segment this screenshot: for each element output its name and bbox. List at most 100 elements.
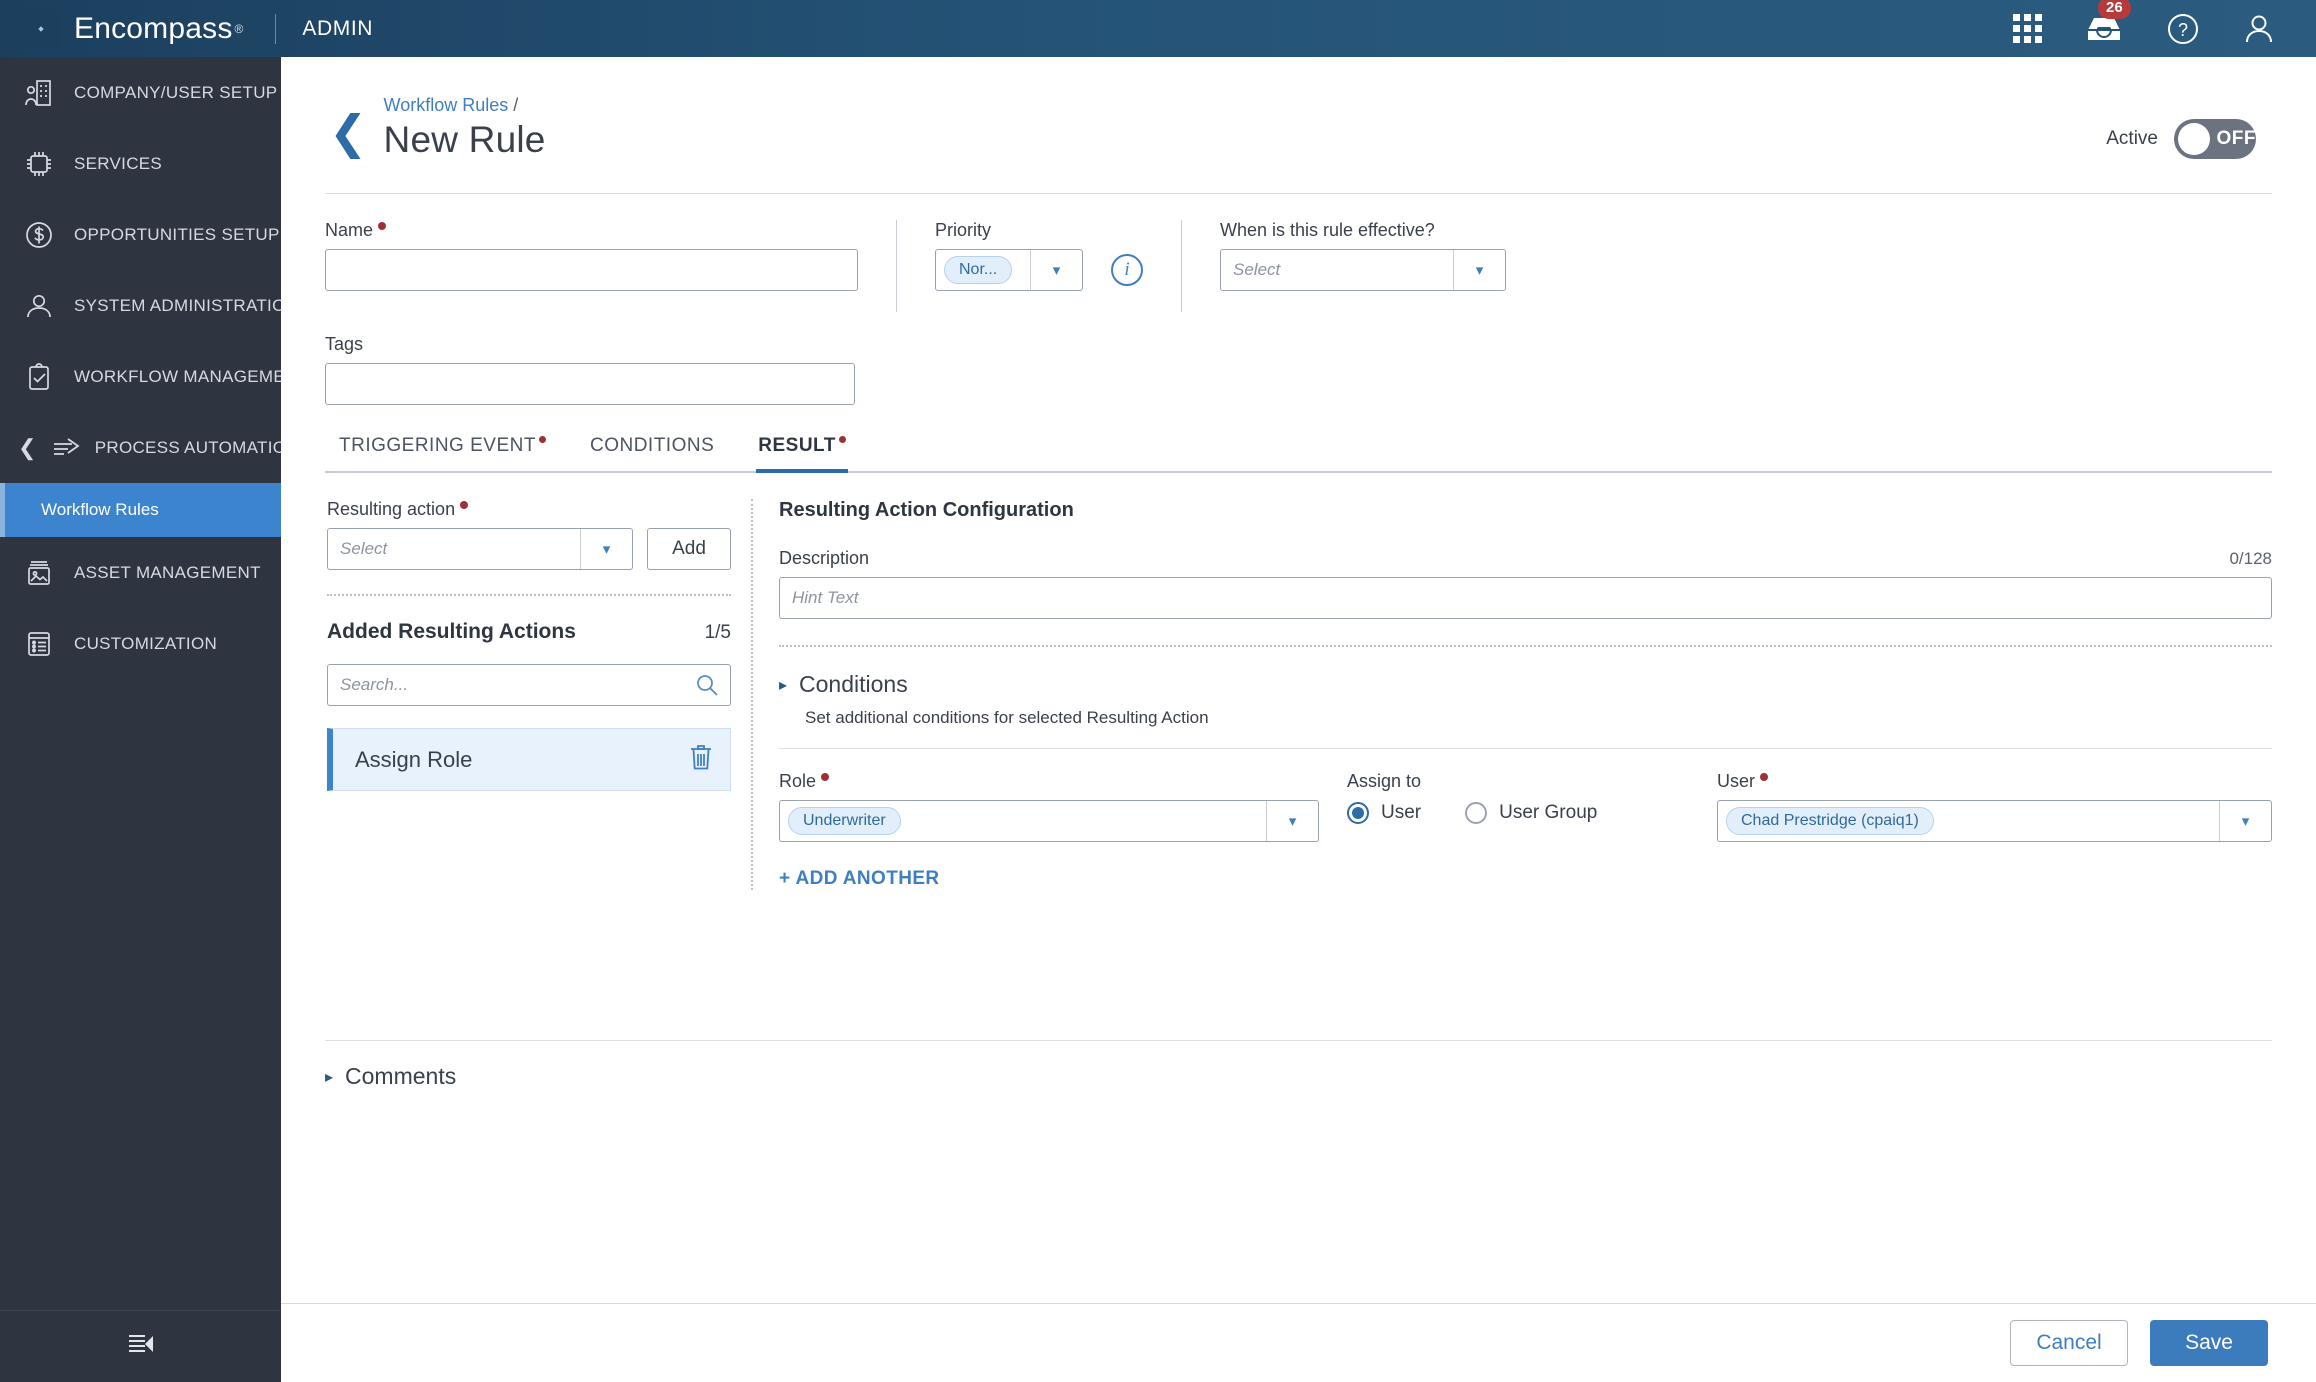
add-button[interactable]: Add [647, 528, 731, 570]
action-item-name: Assign Role [355, 746, 473, 772]
user-account-icon[interactable] [2242, 12, 2276, 46]
effective-placeholder: Select [1233, 260, 1281, 279]
body: COMPANY/USER SETUP SERVICES OPPORTUNITIE… [0, 57, 2316, 1382]
effective-field-group: When is this rule effective? Select ▾ [1220, 220, 1506, 291]
user-field-group: User Chad Prestridge (cpaiq1) ▾ [1717, 771, 2272, 842]
caret-right-icon[interactable]: ▸ [325, 1067, 333, 1087]
help-circle-icon[interactable]: ? [2166, 12, 2200, 46]
effective-select[interactable]: Select ▾ [1220, 249, 1506, 291]
assign-to-radios: User User Group [1347, 802, 1717, 824]
toggle-state-label: OFF [2216, 128, 2256, 149]
dollar-circle-icon [22, 218, 56, 252]
name-label: Name [325, 220, 858, 241]
user-label-text: User [1717, 771, 1756, 791]
description-input[interactable] [779, 577, 2272, 619]
sidebar-footer [0, 1310, 281, 1382]
sidebar-item-process-automation[interactable]: ❮ PROCESS AUTOMATION [0, 412, 299, 483]
collapse-panel-icon[interactable] [126, 1332, 156, 1361]
tags-input[interactable] [325, 363, 855, 405]
tags-field-group: Tags [281, 312, 2316, 405]
resulting-action-placeholder: Select [340, 539, 388, 558]
sidebar-item-workflow-management[interactable]: WORKFLOW MANAGEMENT [0, 341, 308, 412]
resulting-action-select[interactable]: Select ▾ [327, 528, 633, 570]
image-asset-icon [22, 556, 56, 590]
sidebar-item-asset-management[interactable]: ASSET MANAGEMENT [0, 537, 281, 608]
caret-right-icon[interactable]: ▸ [779, 675, 787, 695]
user-select[interactable]: Chad Prestridge (cpaiq1) ▾ [1717, 800, 2272, 842]
radio-user[interactable]: User [1347, 802, 1421, 824]
arrow-flow-icon [51, 431, 85, 465]
sidebar-item-workflow-rules[interactable]: Workflow Rules [0, 483, 281, 537]
radio-label: User Group [1499, 802, 1598, 823]
company-building-icon [22, 76, 56, 110]
added-actions-count: 1/5 [704, 622, 731, 643]
tab-label: RESULT [758, 435, 836, 456]
chevron-down-icon[interactable]: ▾ [2219, 801, 2271, 841]
user-person-icon [22, 289, 56, 323]
sidebar-item-company-user-setup[interactable]: COMPANY/USER SETUP [0, 57, 281, 128]
active-toggle[interactable]: OFF [2174, 119, 2256, 159]
added-actions-header: Added Resulting Actions 1/5 [327, 620, 731, 644]
topbar-actions: 26 ? [2013, 0, 2316, 46]
sidebar-item-customization[interactable]: CUSTOMIZATION [0, 608, 281, 679]
list-item[interactable]: Assign Role [327, 728, 731, 791]
tab-result[interactable]: RESULT [756, 435, 848, 473]
chevron-down-icon[interactable]: ▾ [1453, 250, 1505, 290]
tab-triggering-event[interactable]: TRIGGERING EVENT [339, 435, 546, 473]
toggle-knob [2178, 123, 2210, 155]
role-select[interactable]: Underwriter ▾ [779, 800, 1319, 842]
registered-mark: ® [234, 21, 244, 36]
brand[interactable]: Encompass ® [0, 9, 244, 48]
required-dot-icon [538, 436, 546, 443]
role-label: Role [779, 771, 1319, 792]
tab-conditions[interactable]: CONDITIONS [590, 435, 714, 473]
add-another-button[interactable]: + ADD ANOTHER [779, 868, 2272, 890]
chevron-down-icon[interactable]: ▾ [580, 529, 632, 569]
info-circle-icon[interactable]: i [1111, 254, 1143, 286]
clipboard-check-icon [22, 360, 56, 394]
resulting-action-row: Select ▾ Add [327, 528, 731, 570]
active-label: Active [2106, 128, 2158, 149]
required-dot-icon [821, 773, 830, 781]
breadcrumb-link[interactable]: Workflow Rules [384, 95, 509, 115]
breadcrumb[interactable]: Workflow Rules / [384, 95, 546, 116]
required-dot-icon [460, 501, 469, 509]
assignment-config-row: Role Underwriter ▾ Assign to User User G… [779, 771, 2272, 842]
back-chevron-icon[interactable]: ❮ [329, 109, 368, 155]
resulting-action-label-text: Resulting action [327, 499, 456, 519]
required-dot-icon [838, 436, 846, 443]
active-toggle-group: Active OFF [2106, 119, 2256, 159]
inbox-tray-icon[interactable]: 26 [2084, 0, 2131, 45]
sidebar-item-opportunities-setup[interactable]: OPPORTUNITIES SETUP [0, 199, 281, 270]
radio-unselected-icon [1465, 802, 1488, 824]
tabs: TRIGGERING EVENT CONDITIONS RESULT [281, 405, 2316, 473]
added-actions-search [327, 664, 731, 706]
page-title: New Rule [383, 119, 546, 160]
trash-icon[interactable] [688, 743, 714, 776]
apps-grid-icon[interactable] [2013, 14, 2042, 43]
chevron-down-icon[interactable]: ▾ [1030, 250, 1082, 290]
save-button[interactable]: Save [2150, 1320, 2268, 1366]
cancel-button[interactable]: Cancel [2010, 1320, 2128, 1366]
search-icon[interactable] [695, 673, 719, 702]
sidebar-item-system-administration[interactable]: SYSTEM ADMINISTRATION [0, 270, 298, 341]
effective-label-text: When is this rule effective? [1220, 220, 1435, 240]
conditions-header[interactable]: ▸ Conditions [779, 671, 2272, 698]
search-input[interactable] [327, 664, 731, 706]
resulting-actions-pane: Resulting action Select ▾ Add Added Resu… [281, 499, 751, 890]
priority-chip: Nor... [944, 256, 1013, 284]
radio-user-group[interactable]: User Group [1465, 802, 1597, 824]
required-dot-icon [1760, 773, 1769, 781]
form-divider-2 [1181, 220, 1182, 312]
added-actions-title: Added Resulting Actions [327, 620, 576, 643]
tags-label: Tags [325, 334, 2272, 355]
name-input[interactable] [325, 249, 858, 291]
sidebar-item-label: WORKFLOW MANAGEMENT [74, 366, 309, 386]
chevron-down-icon[interactable]: ▾ [1266, 801, 1318, 841]
description-label: Description [779, 548, 870, 568]
comments-section[interactable]: ▸ Comments [281, 1041, 2316, 1090]
priority-label: Priority [935, 220, 1143, 241]
sidebar-item-services[interactable]: SERVICES [0, 128, 281, 199]
page-header: ❮ Workflow Rules / New Rule Active OFF [281, 57, 2316, 161]
priority-select[interactable]: Nor... ▾ [935, 249, 1083, 291]
